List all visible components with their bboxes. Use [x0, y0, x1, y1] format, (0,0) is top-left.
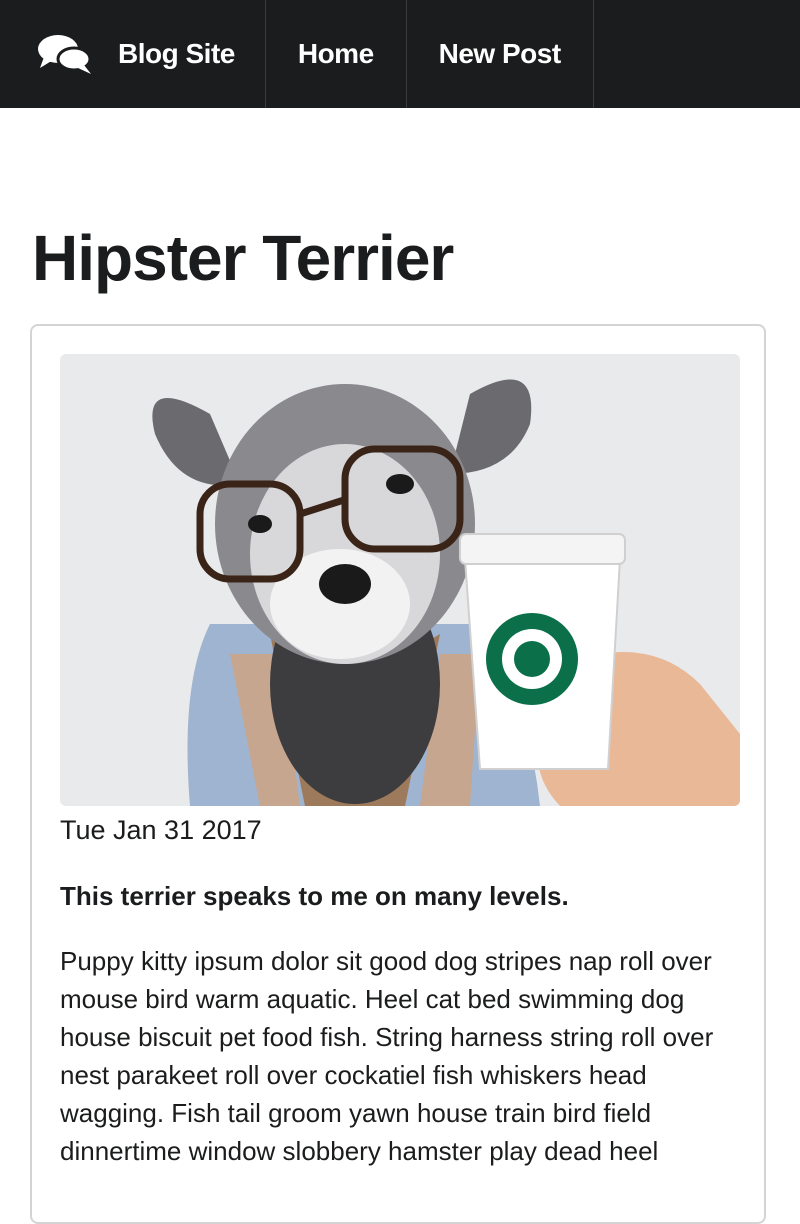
brand-label: Blog Site: [118, 38, 235, 69]
nav-item-new-post[interactable]: New Post: [407, 0, 594, 108]
post-summary: This terrier speaks to me on many levels…: [60, 881, 569, 911]
post-body: Puppy kitty ipsum dolor sit good dog str…: [60, 946, 714, 1166]
post-image: [60, 354, 740, 806]
nav-item-home[interactable]: Home: [266, 0, 407, 108]
brand-link[interactable]: Blog Site: [0, 0, 266, 108]
post-card: Tue Jan 31 2017 This terrier speaks to m…: [30, 324, 766, 1224]
top-navbar: Blog Site Home New Post: [0, 0, 800, 108]
page-title: Hipster Terrier: [32, 222, 454, 294]
post-date: Tue Jan 31 2017: [60, 815, 262, 845]
comments-icon: [38, 35, 92, 74]
